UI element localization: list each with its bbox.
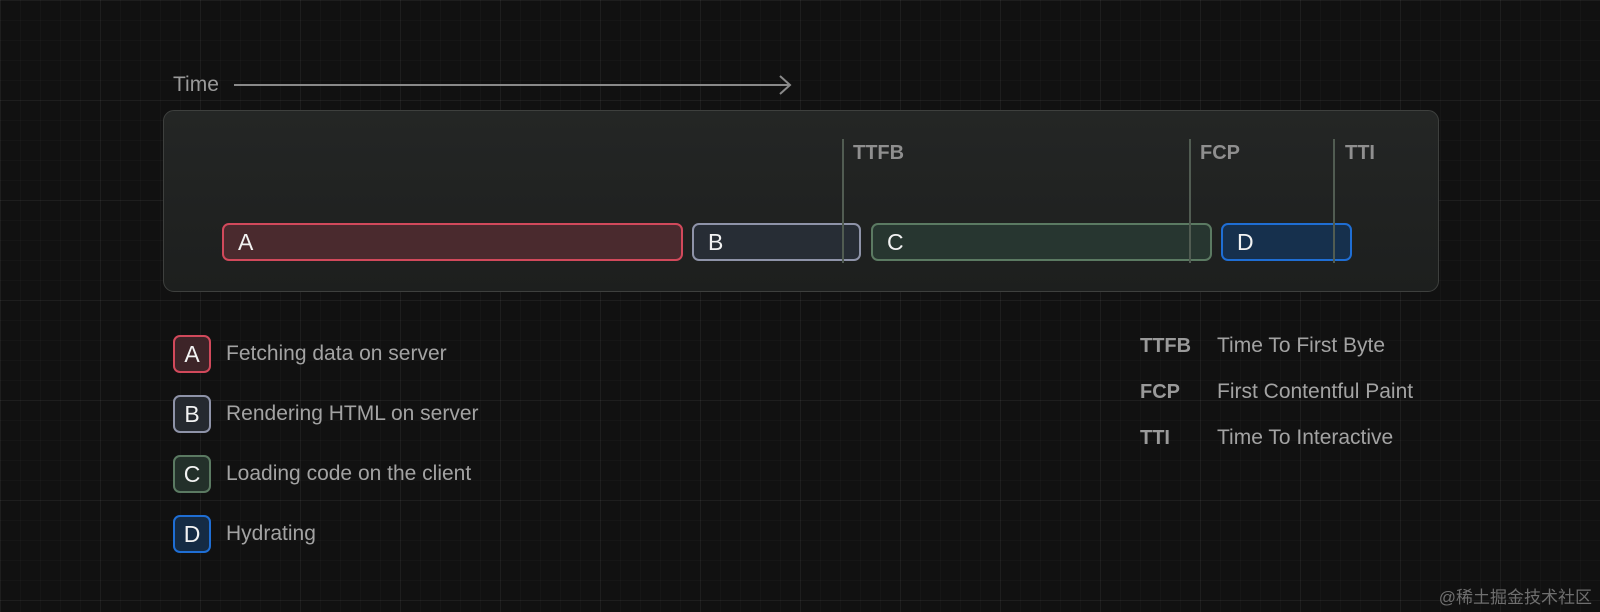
legend-item-a: A Fetching data on server	[173, 334, 447, 374]
legend-item-d: D Hydrating	[173, 514, 316, 554]
abbreviation-row-fcp: FCP First Contentful Paint	[1140, 377, 1413, 407]
legend-badge-d: D	[173, 515, 211, 553]
marker-label-fcp: FCP	[1200, 142, 1240, 164]
legend-item-c: C Loading code on the client	[173, 454, 471, 494]
legend-text-c: Loading code on the client	[226, 462, 472, 485]
watermark: @稀土掘金技术社区	[1438, 588, 1592, 607]
abbreviation-row-tti: TTI Time To Interactive	[1140, 423, 1393, 453]
time-arrow-icon	[234, 75, 792, 95]
abbreviation-row-ttfb: TTFB Time To First Byte	[1140, 331, 1385, 361]
marker-line-ttfb	[842, 139, 844, 263]
marker-label-ttfb: TTFB	[853, 142, 905, 164]
time-axis-label: Time	[173, 73, 219, 96]
legend-badge-b: B	[173, 395, 211, 433]
abbreviation-key: TTI	[1140, 426, 1170, 449]
marker-line-fcp	[1189, 139, 1191, 263]
phase-bar-a: A	[222, 223, 683, 261]
phase-bar-c: C	[871, 223, 1212, 261]
abbreviation-value: First Contentful Paint	[1217, 380, 1414, 403]
legend-text-d: Hydrating	[226, 522, 316, 545]
abbreviation-value: Time To First Byte	[1217, 334, 1386, 357]
legend-text-b: Rendering HTML on server	[226, 402, 479, 425]
legend-text-a: Fetching data on server	[226, 342, 447, 365]
abbreviation-value: Time To Interactive	[1217, 426, 1394, 449]
legend-badge-a: A	[173, 335, 211, 373]
legend-badge-c: C	[173, 455, 211, 493]
timeline-panel	[163, 110, 1439, 292]
marker-label-tti: TTI	[1345, 142, 1375, 164]
abbreviation-key: FCP	[1140, 380, 1180, 403]
abbreviation-key: TTFB	[1140, 334, 1192, 357]
phase-bar-b: B	[692, 223, 861, 261]
marker-line-tti	[1333, 139, 1335, 263]
legend-item-b: B Rendering HTML on server	[173, 394, 479, 434]
